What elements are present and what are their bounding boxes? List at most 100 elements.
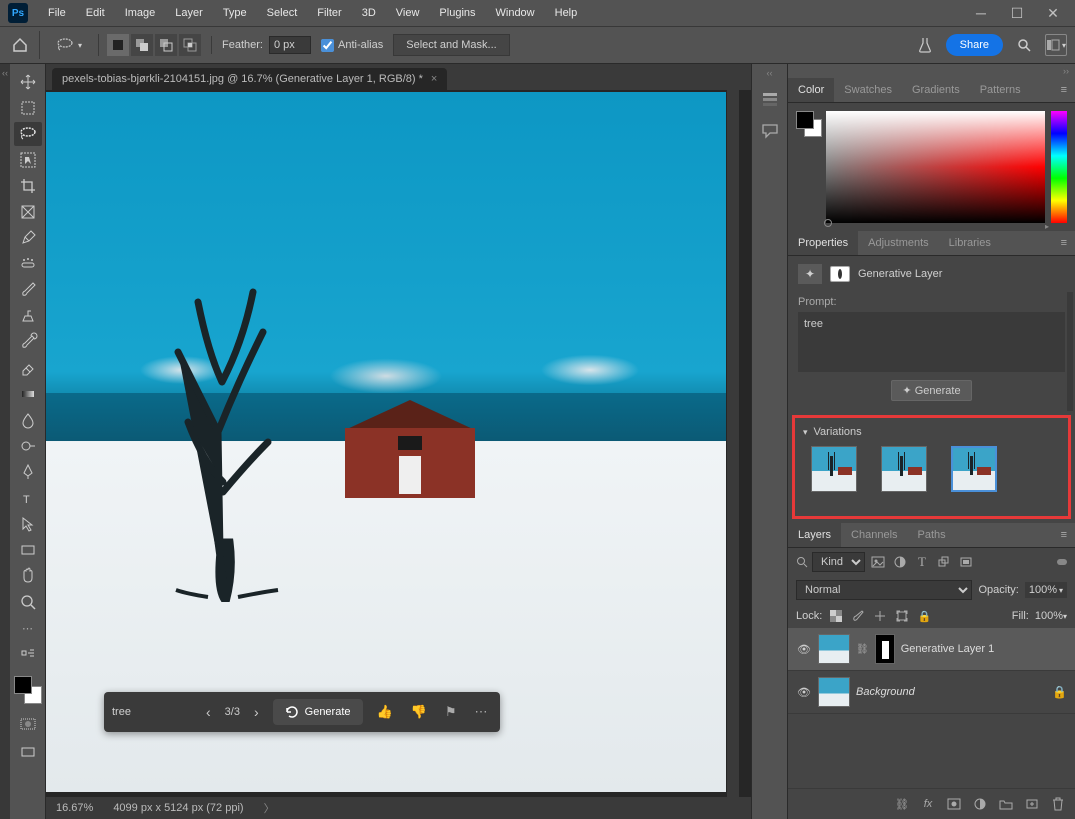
type-tool[interactable]: T: [14, 486, 42, 510]
menu-view[interactable]: View: [386, 3, 430, 23]
tool-preset-dropdown[interactable]: ▾: [50, 36, 88, 54]
filter-adjustment-icon[interactable]: [891, 553, 909, 571]
variation-thumb-3[interactable]: [951, 446, 997, 492]
ctx-generate-button[interactable]: Generate: [273, 699, 363, 725]
tab-patterns[interactable]: Patterns: [970, 78, 1031, 102]
filter-toggle-switch[interactable]: [1057, 559, 1067, 565]
add-mask-icon[interactable]: [945, 795, 963, 813]
more-icon[interactable]: ⋯: [471, 700, 492, 724]
menu-filter[interactable]: Filter: [307, 3, 351, 23]
ctx-next-icon[interactable]: ›: [250, 700, 263, 724]
filter-shape-icon[interactable]: [935, 553, 953, 571]
layer-thumbnail[interactable]: [818, 634, 850, 664]
edit-toolbar-icon[interactable]: [14, 642, 42, 666]
fill-input[interactable]: 100%▾: [1035, 610, 1067, 622]
ctx-prev-icon[interactable]: ‹: [202, 700, 215, 724]
color-picker-field[interactable]: [826, 111, 1045, 223]
share-button[interactable]: Share: [946, 34, 1003, 56]
panel-menu-icon[interactable]: ≡: [1053, 233, 1075, 253]
mask-thumbnail[interactable]: [875, 634, 895, 664]
link-layers-icon[interactable]: ⛓: [893, 795, 911, 813]
color-fg-bg-swatches[interactable]: [796, 111, 820, 223]
lock-all-icon[interactable]: 🔒: [916, 608, 932, 624]
selection-add-button[interactable]: [131, 34, 153, 56]
new-layer-icon[interactable]: [1023, 795, 1041, 813]
blend-mode-select[interactable]: Normal: [796, 580, 972, 600]
tab-libraries[interactable]: Libraries: [939, 231, 1001, 255]
menu-plugins[interactable]: Plugins: [429, 3, 485, 23]
tab-properties[interactable]: Properties: [788, 231, 858, 255]
object-selection-tool[interactable]: [14, 148, 42, 172]
prompt-textarea[interactable]: tree: [798, 312, 1065, 372]
color-swatches[interactable]: [14, 676, 42, 704]
more-tools-icon[interactable]: ⋯: [14, 616, 42, 640]
comments-panel-icon[interactable]: [759, 120, 781, 142]
window-minimize-icon[interactable]: ─: [967, 5, 995, 22]
toolbar-collapse-handle[interactable]: ‹‹: [0, 64, 10, 819]
opacity-input[interactable]: 100%▾: [1025, 582, 1067, 598]
window-close-icon[interactable]: ✕: [1039, 5, 1067, 22]
properties-scrollbar[interactable]: [1067, 292, 1073, 411]
healing-brush-tool[interactable]: [14, 252, 42, 276]
beaker-icon[interactable]: [914, 34, 936, 56]
window-maximize-icon[interactable]: ☐: [1003, 5, 1031, 22]
thumbs-down-icon[interactable]: 👎: [407, 700, 431, 724]
tab-gradients[interactable]: Gradients: [902, 78, 970, 102]
move-tool[interactable]: [14, 70, 42, 94]
pen-tool[interactable]: [14, 460, 42, 484]
history-brush-tool[interactable]: [14, 330, 42, 354]
gradient-tool[interactable]: [14, 382, 42, 406]
app-logo[interactable]: Ps: [8, 3, 28, 23]
layer-thumbnail[interactable]: [818, 677, 850, 707]
lock-artboard-icon[interactable]: [894, 608, 910, 624]
quick-mask-toggle[interactable]: [14, 712, 42, 736]
hand-tool[interactable]: [14, 564, 42, 588]
canvas[interactable]: tree ‹ 3/3 › Generate 👍 👎 ⚑ ⋯: [46, 92, 726, 792]
screen-mode-toggle[interactable]: [14, 740, 42, 764]
lock-transparent-icon[interactable]: [828, 608, 844, 624]
zoom-level[interactable]: 16.67%: [56, 802, 93, 814]
menu-edit[interactable]: Edit: [76, 3, 115, 23]
history-panel-icon[interactable]: [759, 88, 781, 110]
filter-pixel-icon[interactable]: [869, 553, 887, 571]
rectangle-tool[interactable]: [14, 538, 42, 562]
document-tab[interactable]: pexels-tobias-bjørkli-2104151.jpg @ 16.7…: [52, 68, 447, 90]
eraser-tool[interactable]: [14, 356, 42, 380]
properties-generate-button[interactable]: ✦ Generate: [891, 380, 971, 401]
marquee-tool[interactable]: [14, 96, 42, 120]
tab-channels[interactable]: Channels: [841, 523, 907, 547]
selection-new-button[interactable]: [107, 34, 129, 56]
feather-input[interactable]: [269, 36, 311, 54]
panels-collapse-handle[interactable]: ››: [788, 64, 1075, 78]
filter-smart-icon[interactable]: [957, 553, 975, 571]
lasso-tool[interactable]: [14, 122, 42, 146]
menu-help[interactable]: Help: [545, 3, 588, 23]
flag-icon[interactable]: ⚑: [441, 700, 461, 724]
clone-stamp-tool[interactable]: [14, 304, 42, 328]
menu-file[interactable]: File: [38, 3, 76, 23]
panel-menu-icon[interactable]: ≡: [1053, 80, 1075, 100]
delete-layer-icon[interactable]: [1049, 795, 1067, 813]
selection-intersect-button[interactable]: [179, 34, 201, 56]
canvas-vertical-scrollbar[interactable]: [727, 90, 739, 797]
dodge-tool[interactable]: [14, 434, 42, 458]
zoom-tool[interactable]: [14, 590, 42, 614]
variations-header[interactable]: ▾ Variations: [803, 426, 1060, 438]
layer-name[interactable]: Background: [856, 686, 1046, 698]
workspace-switcher[interactable]: ▾: [1045, 34, 1067, 56]
group-layers-icon[interactable]: [997, 795, 1015, 813]
mask-link-icon[interactable]: ⛓: [856, 644, 869, 655]
layer-style-icon[interactable]: fx: [919, 795, 937, 813]
filter-type-icon[interactable]: T: [913, 553, 931, 571]
tab-adjustments[interactable]: Adjustments: [858, 231, 939, 255]
crop-tool[interactable]: [14, 174, 42, 198]
search-icon[interactable]: [1013, 34, 1035, 56]
adjustment-layer-icon[interactable]: [971, 795, 989, 813]
menu-layer[interactable]: Layer: [165, 3, 213, 23]
brush-tool[interactable]: [14, 278, 42, 302]
variation-thumb-1[interactable]: [811, 446, 857, 492]
tab-color[interactable]: Color: [788, 78, 834, 102]
variation-thumb-2[interactable]: [881, 446, 927, 492]
antialias-checkbox[interactable]: Anti-alias: [321, 39, 383, 52]
foreground-swatch[interactable]: [14, 676, 32, 694]
